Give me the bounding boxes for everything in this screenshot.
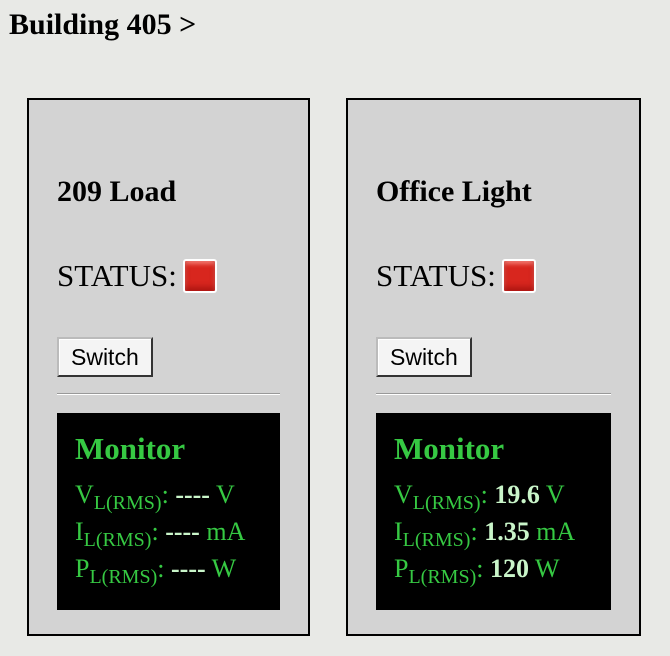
current-reading: IL(RMS): ---- mA [75,517,246,551]
monitor-title: Monitor [394,431,505,466]
power-reading: PL(RMS): ---- W [75,554,237,588]
current-value: 1.35 [484,517,530,546]
divider [376,393,611,395]
red-square-icon [182,259,217,293]
switch-button[interactable]: Switch [376,337,472,377]
power-reading: PL(RMS): 120 W [394,554,560,588]
power-value: 120 [490,554,529,583]
status-label: STATUS: [57,258,177,293]
status-row: STATUS: [57,256,217,296]
status-label: STATUS: [376,258,496,293]
device-card-209-load: 209 Load STATUS: Switch Monitor VL(RMS):… [27,98,310,636]
voltage-value: ---- [175,480,210,509]
switch-button[interactable]: Switch [57,337,153,377]
status-row: STATUS: [376,256,536,296]
page-title[interactable]: Building 405 > [9,6,196,44]
monitor-panel: Monitor VL(RMS): ---- V IL(RMS): ---- mA… [57,413,280,610]
current-value: ---- [165,517,200,546]
device-card-office-light: Office Light STATUS: Switch Monitor VL(R… [346,98,641,636]
current-reading: IL(RMS): 1.35 mA [394,517,576,551]
voltage-reading: VL(RMS): ---- V [75,480,235,514]
voltage-reading: VL(RMS): 19.6 V [394,480,565,514]
power-value: ---- [171,554,206,583]
voltage-value: 19.6 [494,480,540,509]
monitor-panel: Monitor VL(RMS): 19.6 V IL(RMS): 1.35 mA… [376,413,611,610]
device-name: 209 Load [57,175,177,208]
monitor-title: Monitor [75,431,186,466]
device-name: Office Light [376,175,532,208]
divider [57,393,280,395]
red-square-icon [501,259,536,293]
